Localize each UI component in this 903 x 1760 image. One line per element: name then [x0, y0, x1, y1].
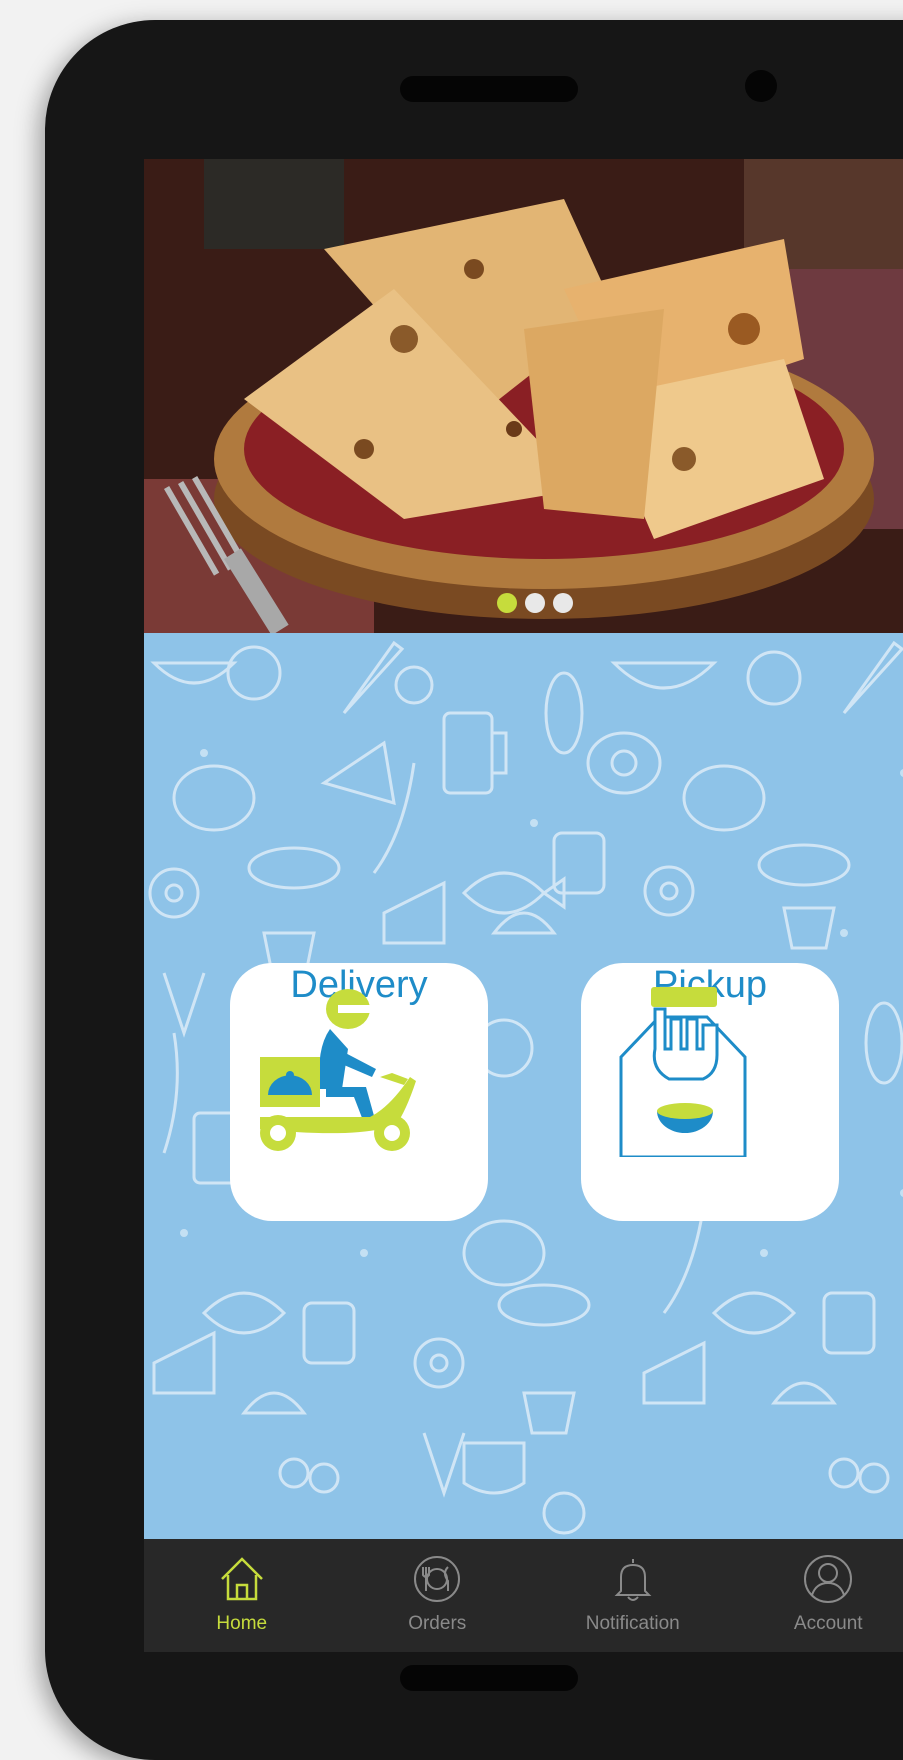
bottom-navigation: Home Orders Notification — [144, 1539, 903, 1652]
home-icon — [216, 1553, 268, 1605]
hero-carousel[interactable] — [144, 159, 903, 633]
carousel-dot-1[interactable] — [497, 593, 517, 613]
plate-cutlery-icon — [411, 1553, 463, 1605]
delivery-card[interactable]: Delivery — [230, 963, 488, 1221]
takeaway-bag-icon — [581, 987, 781, 1157]
nav-item-orders[interactable]: Orders — [340, 1539, 536, 1652]
nav-label-notification: Notification — [586, 1613, 680, 1635]
hero-image — [144, 159, 903, 633]
front-camera — [745, 70, 777, 102]
carousel-indicators — [144, 593, 903, 613]
user-icon — [802, 1553, 854, 1605]
delivery-scooter-icon — [230, 987, 430, 1157]
nav-item-account[interactable]: Account — [731, 1539, 903, 1652]
earpiece-speaker — [400, 76, 578, 102]
carousel-dot-3[interactable] — [553, 593, 573, 613]
bottom-speaker — [400, 1665, 578, 1691]
nav-label-account: Account — [794, 1613, 863, 1635]
phone-frame: Delivery Pickup — [45, 20, 903, 1760]
carousel-dot-2[interactable] — [525, 593, 545, 613]
nav-item-notification[interactable]: Notification — [535, 1539, 731, 1652]
nav-label-orders: Orders — [408, 1613, 466, 1635]
nav-label-home: Home — [216, 1613, 267, 1635]
food-pattern-background: Delivery Pickup — [144, 633, 903, 1539]
pickup-card[interactable]: Pickup — [581, 963, 839, 1221]
bell-icon — [607, 1553, 659, 1605]
nav-item-home[interactable]: Home — [144, 1539, 340, 1652]
app-screen: Delivery Pickup — [144, 159, 903, 1652]
